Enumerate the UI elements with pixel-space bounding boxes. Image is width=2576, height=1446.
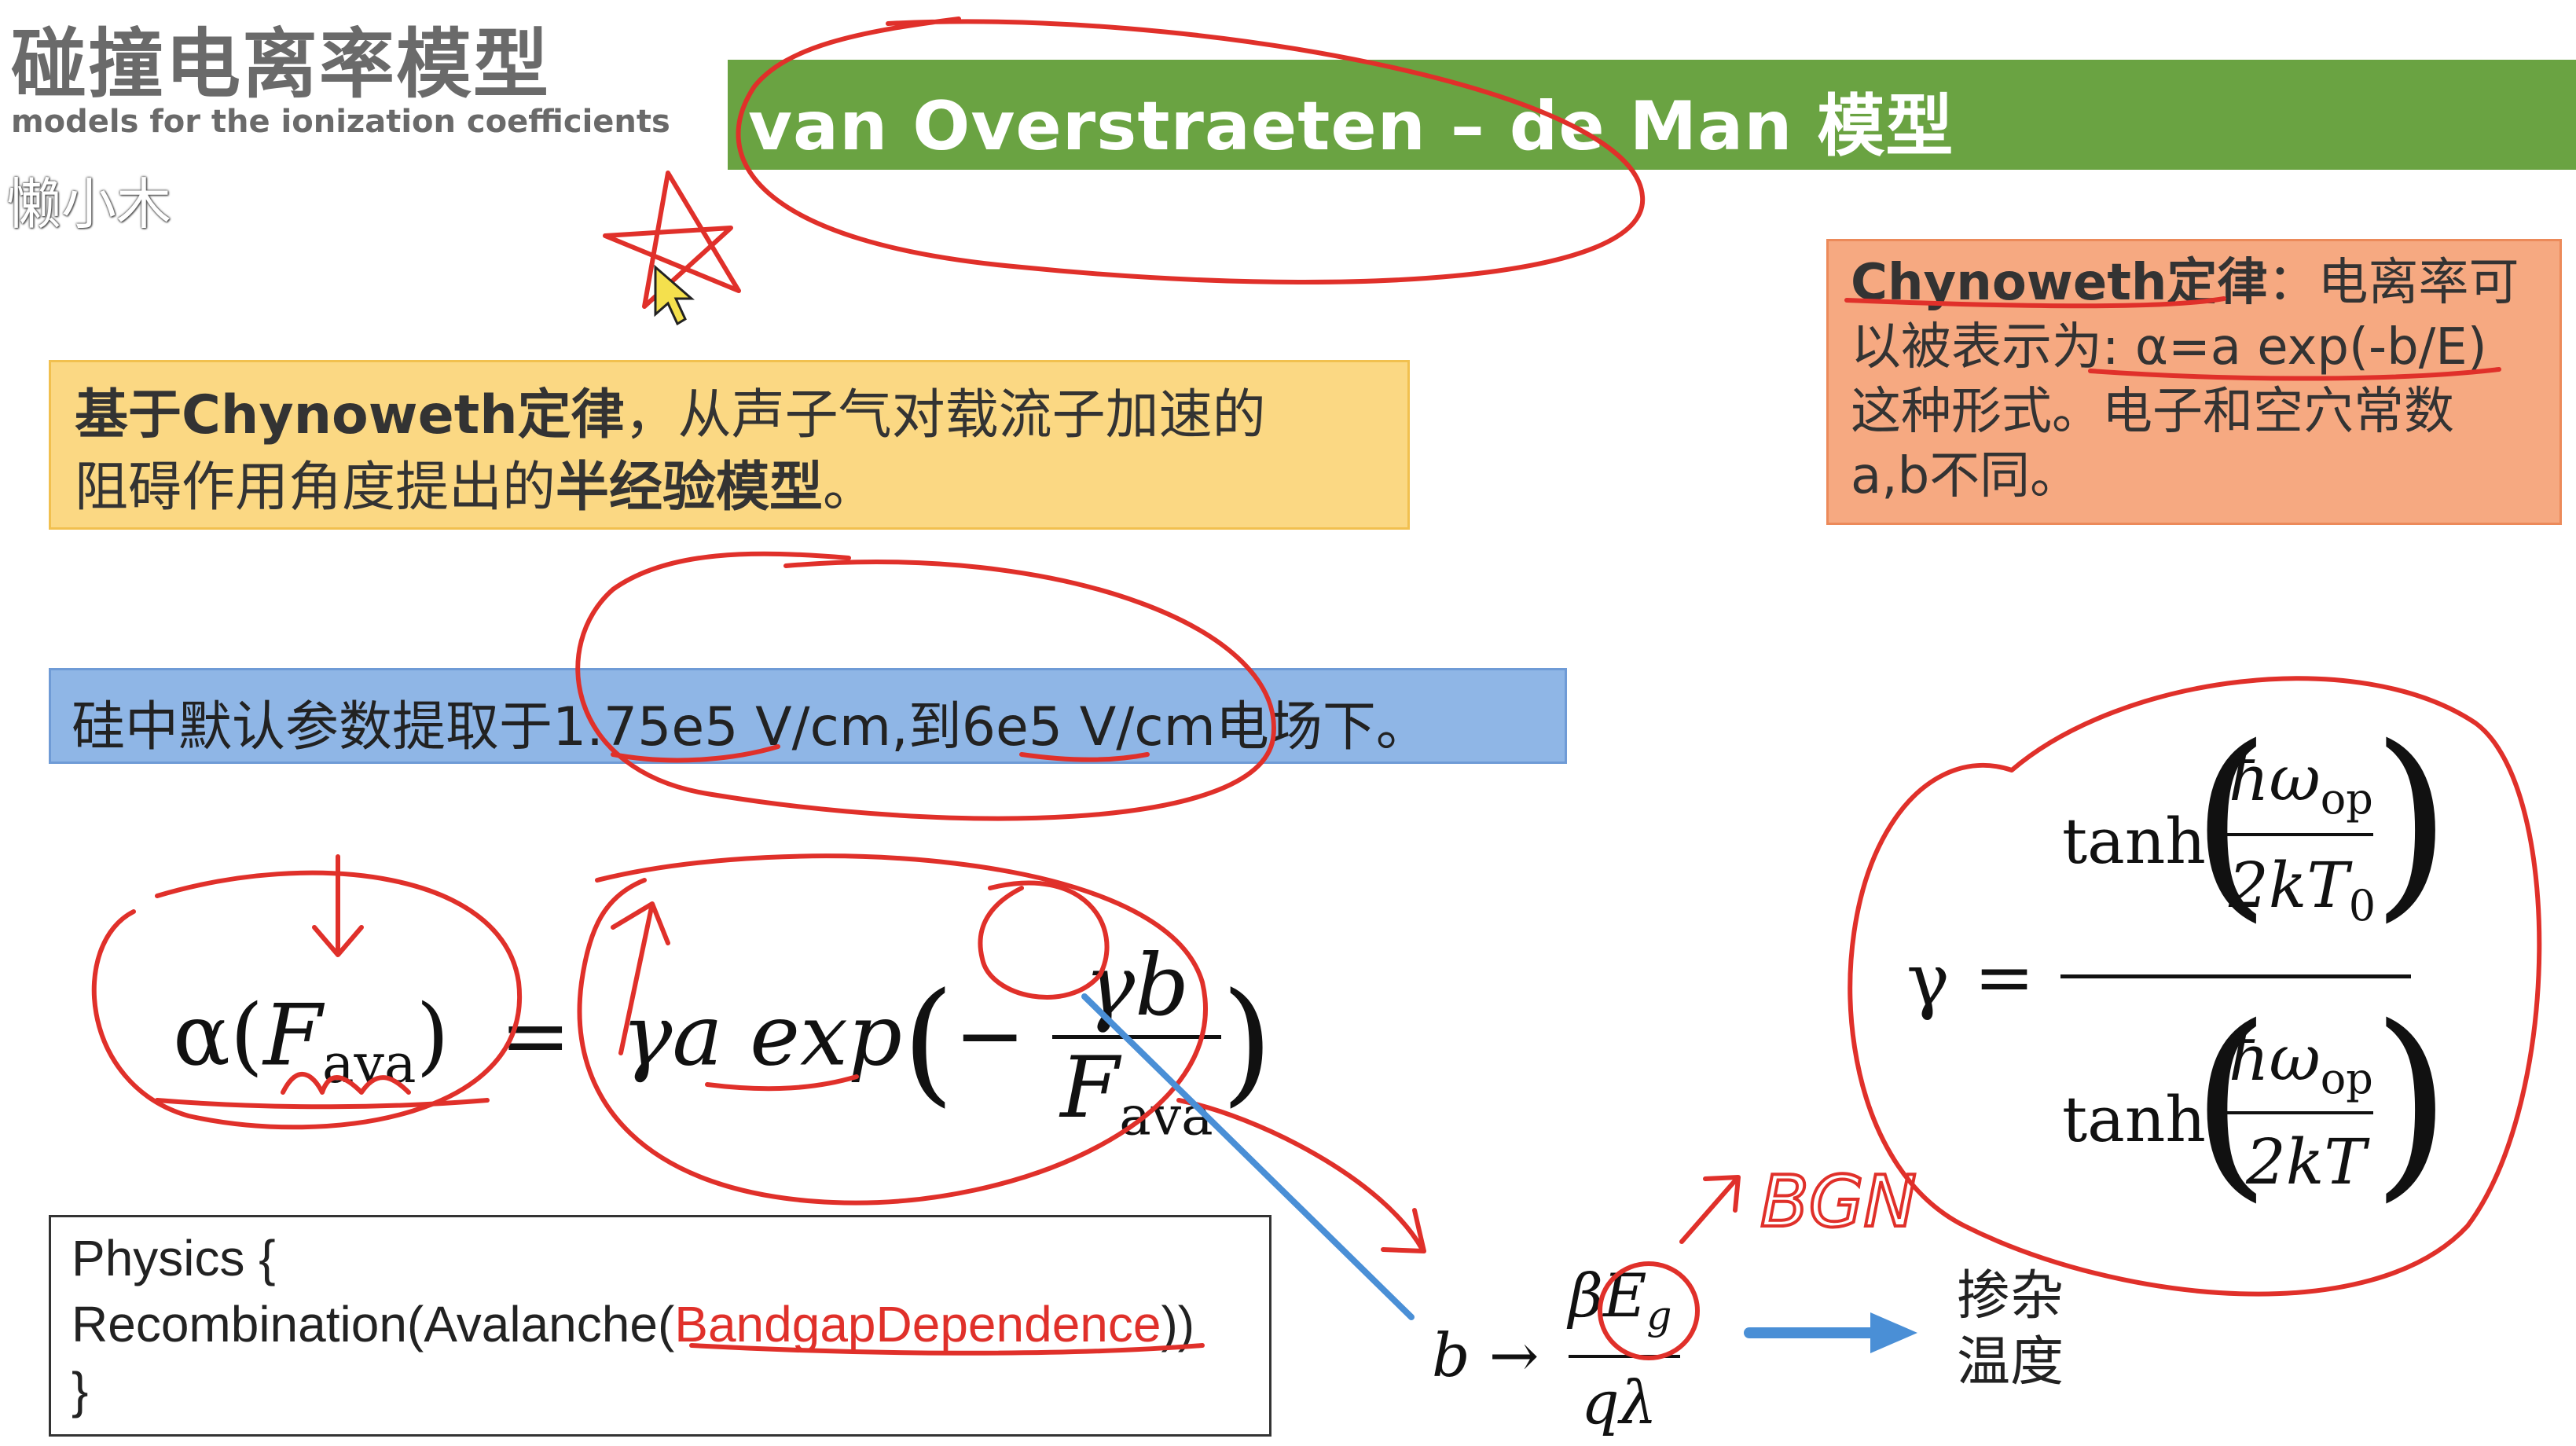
chynoweth-law-box: Chynoweth定律：电离率可 以被表示为: α=a exp(-b/E) 这种… xyxy=(1826,239,2562,525)
eq1-equals: = xyxy=(500,986,571,1085)
page-title: 碰撞电离率模型 xyxy=(11,20,550,108)
code-bandgap-dependence: BandgapDependence xyxy=(674,1296,1161,1352)
eq1-frac-den-var: F xyxy=(1060,1039,1120,1137)
gamma-num-top: ħωop xyxy=(2229,742,2373,824)
gamma-num-bottom-sub: 0 xyxy=(2348,881,2376,930)
code-line1: Physics { xyxy=(72,1230,276,1286)
eq1-frac-den: Fava xyxy=(1052,1039,1220,1148)
model-description-line2-end: 。 xyxy=(823,457,877,519)
eq1-F: F xyxy=(263,986,323,1085)
gamma-den-inner-bar xyxy=(2227,1111,2373,1114)
ionization-equation: α(Fava) = γa exp(− γb Fava ) xyxy=(173,937,1273,1148)
gamma-num-bottom: 2kT0 xyxy=(2229,849,2376,930)
semi-empirical-model-bold: 半经验模型 xyxy=(556,457,824,519)
gamma-num-tanh: tanh xyxy=(2062,805,2206,878)
code-line2-post: )) xyxy=(1161,1296,1195,1352)
chynoweth-line1: Chynoweth定律：电离率可 xyxy=(1851,251,2537,315)
gamma-num-top-text: ħω xyxy=(2229,742,2321,815)
doping-temperature-note: 掺杂 温度 xyxy=(1957,1264,2064,1396)
banner-title: van Overstraeten – de Man 模型 xyxy=(748,87,1954,166)
temperature-label: 温度 xyxy=(1957,1331,2064,1393)
gamma-num-inner-bar xyxy=(2227,833,2373,836)
cursor-icon xyxy=(654,264,695,326)
chynoweth-line3: 这种形式。电子和空穴常数 xyxy=(1851,383,2454,441)
chynoweth-law-bold: 基于Chynoweth定律 xyxy=(75,384,625,446)
code-line2-pre: Recombination(Avalanche( xyxy=(72,1296,675,1352)
bgn-arrow xyxy=(1679,1175,1741,1244)
eq1-F-sub: ava xyxy=(322,1033,416,1096)
b-num-sub: g xyxy=(1646,1293,1672,1339)
gamma-num-bottom-text: 2kT xyxy=(2229,849,2349,922)
chynoweth-line2: 以被表示为: α=a exp(-b/E) xyxy=(1851,318,2487,376)
gamma-num-top-sub: op xyxy=(2320,774,2373,824)
b-fraction-bar xyxy=(1569,1355,1680,1358)
eq1-rhs-prefix: γa exp xyxy=(621,986,903,1085)
code-snippet-box: Physics { Recombination(Avalanche(Bandga… xyxy=(49,1215,1271,1437)
star-annotation xyxy=(603,171,741,309)
b-den: qλ xyxy=(1581,1367,1657,1437)
gamma-den-tanh: tanh xyxy=(2062,1083,2206,1156)
gamma-den-paren-close: ) xyxy=(2372,983,2452,1220)
eq1-paren-open: ( xyxy=(902,964,955,1121)
b-num: βEg xyxy=(1569,1261,1671,1338)
watermark: 懒小木 xyxy=(6,172,171,237)
blue-right-arrowhead xyxy=(1870,1312,1917,1353)
b-num-text: βE xyxy=(1569,1261,1647,1330)
model-description-line1: 基于Chynoweth定律，从声子气对载流子加速的 xyxy=(75,380,1384,452)
model-description-line1-rest: ，从声子气对载流子加速的 xyxy=(624,384,1266,446)
eq1-lhs-close: ) xyxy=(416,986,450,1085)
chynoweth-line4: a,b不同。 xyxy=(1851,447,2081,505)
eq1-fraction: γb Fava xyxy=(1052,937,1221,1148)
gamma-equals: = xyxy=(1974,935,2035,1019)
model-description-line2-start: 阻碍作用角度提出的 xyxy=(75,457,556,519)
model-description-box: 基于Chynoweth定律，从声子气对载流子加速的 阻碍作用角度提出的半经验模型… xyxy=(49,360,1410,530)
eq1-frac-num: γb xyxy=(1052,937,1221,1039)
eq1-paren-close: ) xyxy=(1220,964,1274,1121)
chynoweth-title: Chynoweth定律 xyxy=(1851,254,2268,312)
eq1-minus: − xyxy=(954,986,1026,1085)
bgn-handwritten: BGN xyxy=(1760,1161,1917,1243)
gamma-den-bottom: 2kT xyxy=(2246,1125,2366,1198)
gamma-fraction-bar xyxy=(2060,974,2411,978)
gamma-lhs: γ xyxy=(1906,938,1950,1022)
gamma-den-top-sub: op xyxy=(2320,1054,2373,1103)
chynoweth-line1-rest: ：电离率可 xyxy=(2267,254,2519,312)
default-parameters-box: 硅中默认参数提取于1.75e5 V/cm,到6e5 V/cm电场下。 xyxy=(49,668,1567,764)
gamma-den-top-text: ħω xyxy=(2229,1022,2321,1095)
code-line3: } xyxy=(72,1362,89,1418)
eq1-alpha: α( xyxy=(173,986,264,1085)
page-subtitle: models for the ionization coefficients xyxy=(11,104,670,140)
gamma-num-paren-close: ) xyxy=(2372,703,2452,941)
eq1-frac-den-sub: ava xyxy=(1119,1085,1213,1148)
b-arrow: b → xyxy=(1432,1320,1539,1390)
code-line2: Recombination(Avalanche(BandgapDependenc… xyxy=(72,1291,1249,1357)
doping-label: 掺杂 xyxy=(1957,1265,2064,1327)
model-description-line2: 阻碍作用角度提出的半经验模型。 xyxy=(75,452,1384,524)
gamma-den-top: ħωop xyxy=(2229,1022,2373,1103)
